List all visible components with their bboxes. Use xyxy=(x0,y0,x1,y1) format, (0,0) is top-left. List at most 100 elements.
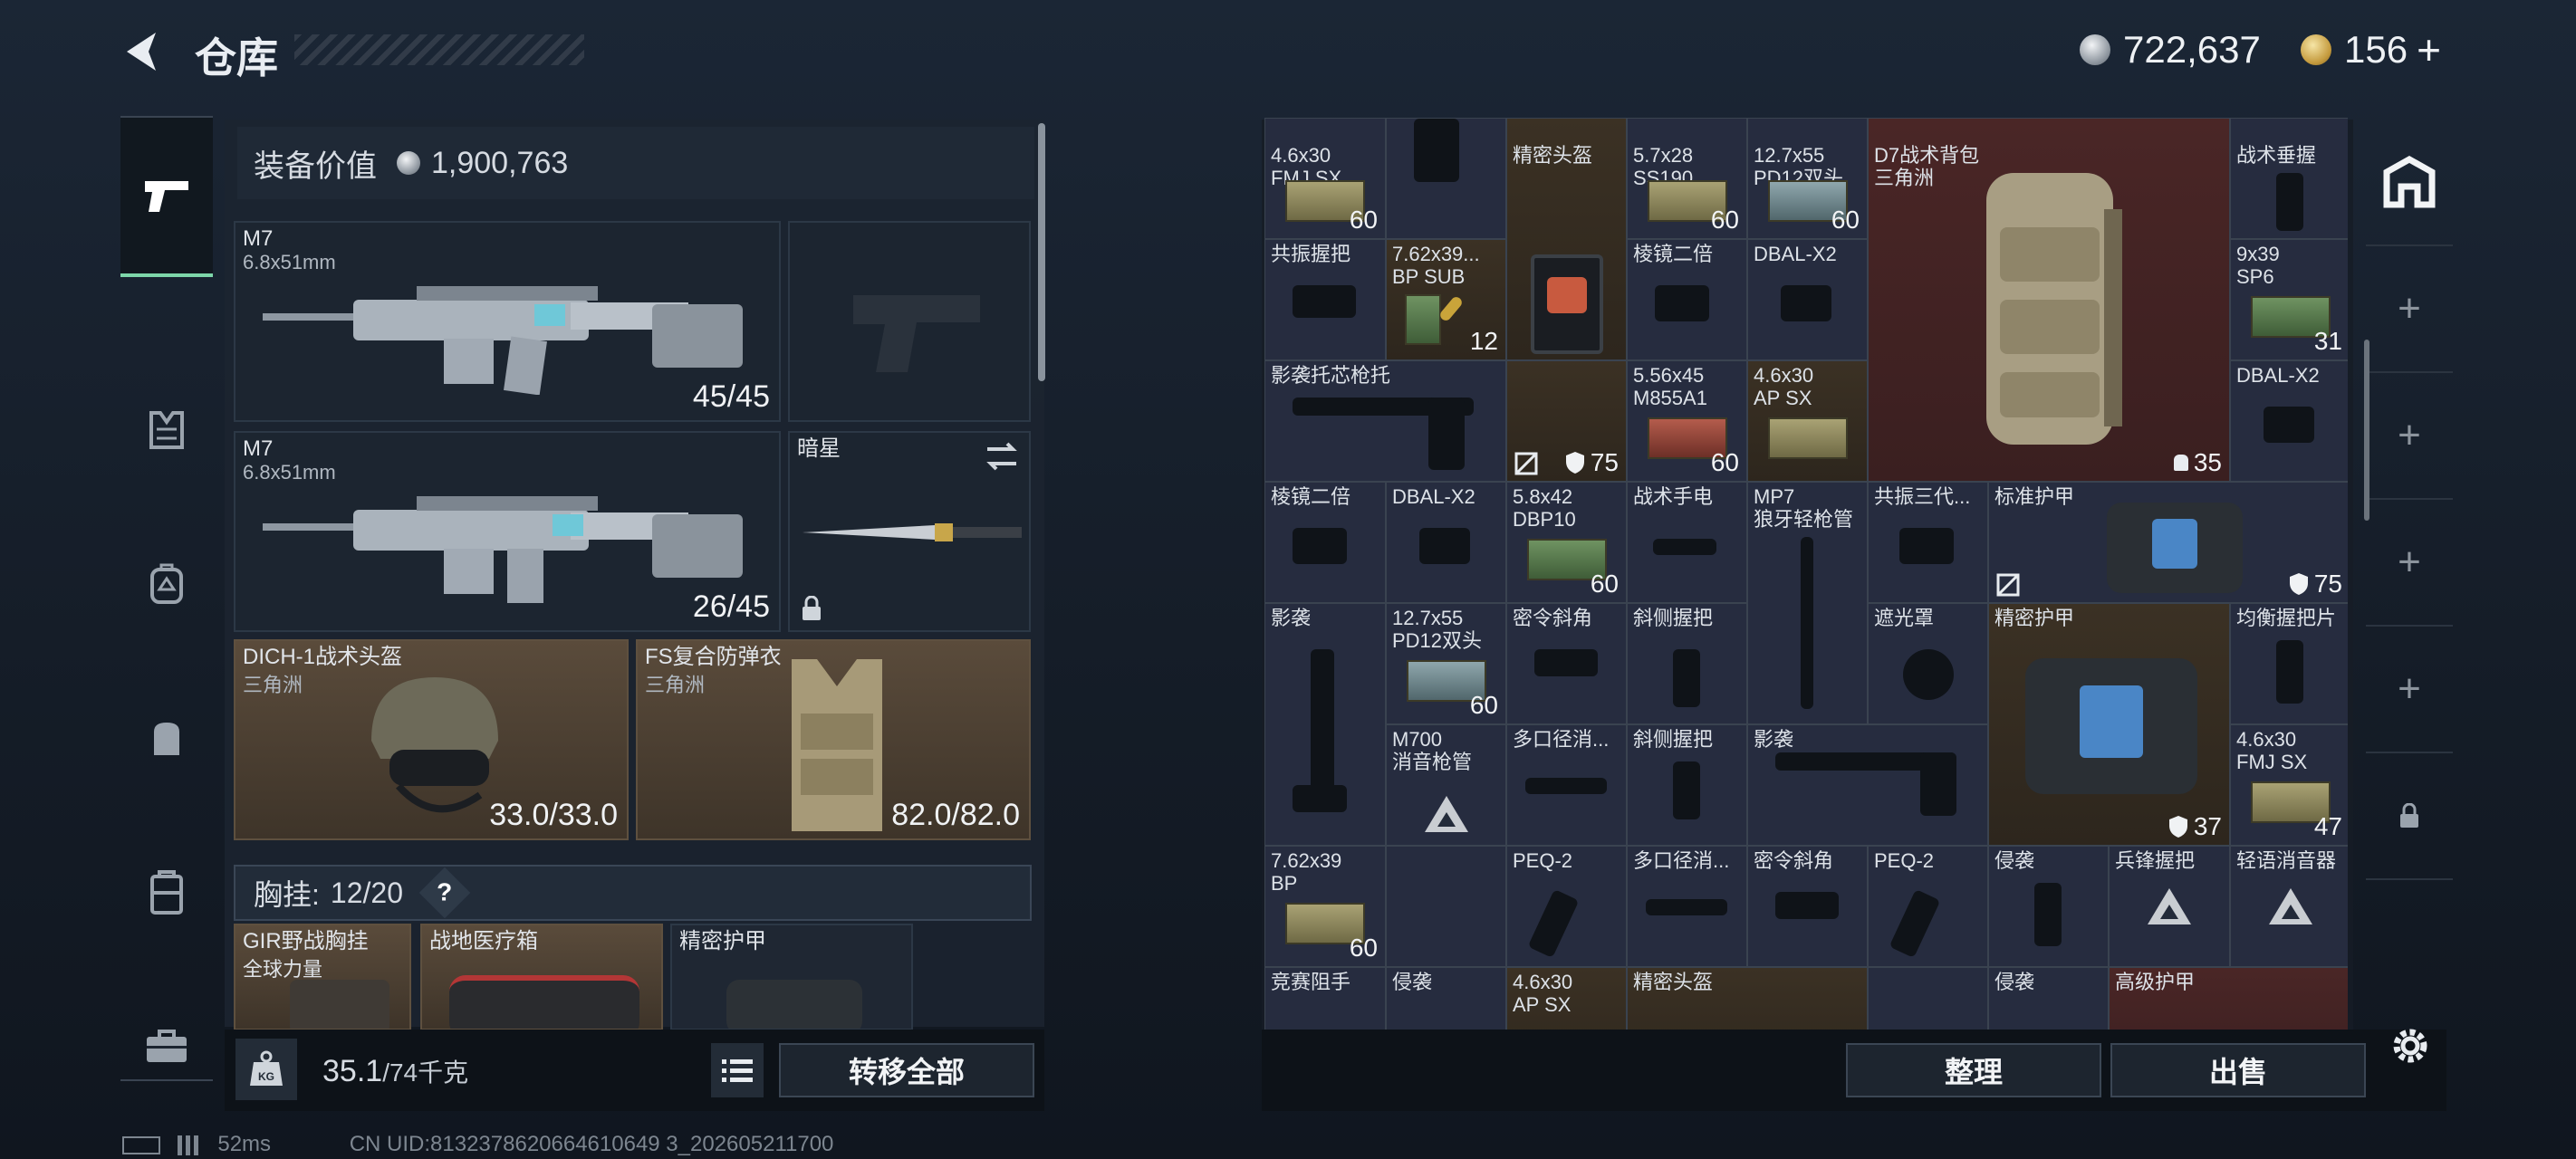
inventory-cell[interactable]: 4.6x30 FMJ SX 47 xyxy=(2230,724,2348,846)
inventory-cell[interactable] xyxy=(1868,967,1988,1030)
inventory-cell[interactable]: DBAL-X2 xyxy=(1386,482,1506,603)
pistol-icon xyxy=(145,181,188,212)
inventory-cell[interactable]: 棱镜二倍 xyxy=(1627,239,1747,360)
inventory-cell[interactable]: 影袭 xyxy=(1264,603,1386,846)
primary-weapon-slot-2[interactable]: M7 6.8x51mm 26/45 xyxy=(234,431,781,632)
inventory-cell[interactable]: 影袭 xyxy=(1747,724,1988,846)
inventory-cell[interactable]: 高级护甲 xyxy=(2109,967,2348,1030)
inventory-cell-armor[interactable]: 精密护甲 37 xyxy=(1988,603,2230,846)
settings-icon[interactable] xyxy=(2388,1023,2433,1068)
sell-button[interactable]: 出售 xyxy=(2110,1043,2366,1097)
inventory-cell[interactable]: 侵袭 xyxy=(1386,967,1506,1030)
tab-toolbox[interactable] xyxy=(120,996,213,1096)
inventory-cell[interactable]: 4.6x30 AP SX xyxy=(1747,360,1868,482)
add-stash-button[interactable]: + xyxy=(2366,627,2453,753)
add-gold-button[interactable]: + xyxy=(2417,25,2441,74)
tab-weapons[interactable] xyxy=(120,118,213,277)
inventory-cell[interactable] xyxy=(1386,846,1506,967)
inventory-cell[interactable]: 斜侧握把 xyxy=(1627,603,1747,724)
item-name: 影袭 xyxy=(1271,607,1312,629)
inventory-cell[interactable]: 影袭托芯枪托 xyxy=(1264,360,1506,482)
inventory-cell-backpack[interactable]: D7战术背包 三角洲 35 xyxy=(1868,118,2230,482)
inventory-cell[interactable]: 4.6x30 AP SX xyxy=(1506,967,1627,1030)
inventory-cell[interactable]: 密令斜角 xyxy=(1747,846,1868,967)
gold-currency[interactable]: 156 + xyxy=(2301,25,2441,74)
tab-cases[interactable] xyxy=(120,842,213,942)
inventory-cell[interactable]: 12.7x55 PD12双头 60 xyxy=(1386,603,1506,724)
inventory-cell[interactable]: 斜侧握把 xyxy=(1627,724,1747,846)
tab-backpack[interactable] xyxy=(120,534,213,634)
inventory-cell[interactable]: 密令斜角 xyxy=(1506,603,1627,724)
inventory-cell[interactable]: 多口径消... xyxy=(1627,846,1747,967)
primary-weapon-slot-1[interactable]: M7 6.8x51mm 45/45 xyxy=(234,221,781,422)
add-stash-button[interactable]: + xyxy=(2366,500,2453,627)
helmet-slot[interactable]: DICH-1战术头盔 三角洲 33.0/33.0 xyxy=(234,639,629,840)
item-name: 兵锋握把 xyxy=(2115,849,2196,872)
add-stash-button[interactable]: + xyxy=(2366,373,2453,500)
armor-slot[interactable]: FS复合防弹衣 三角洲 82.0/82.0 xyxy=(636,639,1031,840)
item-name: 斜侧握把 xyxy=(1633,607,1714,629)
inventory-cell[interactable]: 轻语消音器 xyxy=(2230,846,2348,967)
inventory-cell[interactable]: 遮光罩 xyxy=(1868,603,1988,724)
inventory-cell[interactable]: 棱镜二倍 xyxy=(1264,482,1386,603)
equipment-scrollbar[interactable] xyxy=(1038,123,1045,381)
inventory-scrollbar[interactable] xyxy=(2364,340,2369,521)
silver-coin-icon xyxy=(397,151,420,175)
inventory-cell[interactable]: 12.7x55 PD12双头 60 xyxy=(1747,118,1868,239)
item-sub: 三角洲 xyxy=(1874,167,1935,189)
inventory-cell[interactable]: PEQ-2 xyxy=(1868,846,1988,967)
back-arrow-icon[interactable] xyxy=(118,27,167,76)
add-stash-button[interactable]: + xyxy=(2366,246,2453,373)
inventory-cell[interactable]: 7.62x39... BP SUB 12 xyxy=(1386,239,1506,360)
inventory-cell[interactable]: 侵袭 xyxy=(1988,846,2109,967)
sort-button[interactable]: 整理 xyxy=(1846,1043,2101,1097)
inventory-cell[interactable]: 侵袭 xyxy=(1988,967,2109,1030)
inventory-cell[interactable]: 精密头盔 xyxy=(1627,967,1868,1030)
inventory-cell[interactable]: 5.56x45 M855A1 60 xyxy=(1627,360,1747,482)
inventory-cell[interactable]: 竞赛阻手 xyxy=(1264,967,1386,1030)
rig-item-name: GIR野战胸挂 xyxy=(243,929,369,953)
inventory-cell[interactable] xyxy=(1386,118,1506,239)
stash-tab-main[interactable] xyxy=(2366,120,2453,246)
shield-icon xyxy=(1565,452,1584,474)
weapon-name: M7 xyxy=(243,226,274,251)
inventory-cell[interactable]: 75 xyxy=(1506,360,1627,482)
swap-icon[interactable] xyxy=(984,440,1020,473)
item-count: 12 xyxy=(1469,327,1498,355)
inventory-cell[interactable]: 5.8x42 DBP10 60 xyxy=(1506,482,1627,603)
locked-stash[interactable] xyxy=(2366,753,2453,880)
list-view-button[interactable] xyxy=(711,1043,764,1097)
rig-item-medkit[interactable]: 战地医疗箱 xyxy=(420,924,663,1030)
inventory-cell[interactable]: PEQ-2 xyxy=(1506,846,1627,967)
inventory-cell[interactable]: 9x39 SP6 31 xyxy=(2230,239,2348,360)
rig-slot[interactable]: GIR野战胸挂 全球力量 xyxy=(234,924,411,1030)
inventory-cell[interactable]: DBAL-X2 xyxy=(1747,239,1868,360)
melee-slot[interactable]: 暗星 xyxy=(788,431,1031,632)
item-name: 7.62x39... BP SUB xyxy=(1392,243,1480,288)
inventory-cell[interactable]: 战术垂握 xyxy=(2230,118,2348,239)
tab-bags[interactable] xyxy=(120,688,213,788)
tab-armor[interactable] xyxy=(120,380,213,480)
item-name: 5.8x42 DBP10 xyxy=(1513,485,1576,531)
inventory-cell[interactable]: 多口径消... xyxy=(1506,724,1627,846)
inventory-cell[interactable]: M700 消音枪管 xyxy=(1386,724,1506,846)
inventory-cell[interactable]: DBAL-X2 xyxy=(2230,360,2348,482)
inventory-cell[interactable]: 均衡握把片 xyxy=(2230,603,2348,724)
inventory-cell[interactable]: 共振握把 xyxy=(1264,239,1386,360)
rig-item-armor[interactable]: 精密护甲 xyxy=(670,924,913,1030)
inventory-cell[interactable]: 4.6x30 FMJ SX 60 xyxy=(1264,118,1386,239)
inventory-cell[interactable]: 精密头盔 xyxy=(1506,118,1627,360)
transfer-all-button[interactable]: 转移全部 xyxy=(779,1043,1034,1097)
inventory-cell[interactable]: 7.62x39 BP 60 xyxy=(1264,846,1386,967)
backpack-image xyxy=(1986,173,2122,445)
sidearm-slot[interactable] xyxy=(788,221,1031,422)
inventory-cell-armor[interactable]: 标准护甲 75 xyxy=(1988,482,2348,603)
inventory-cell[interactable]: 共振三代... xyxy=(1868,482,1988,603)
inventory-cell[interactable]: 5.7x28 SS190 60 xyxy=(1627,118,1747,239)
inventory-cell[interactable]: MP7 狼牙轻枪管 xyxy=(1747,482,1868,724)
chest-rig-help-button[interactable]: ? xyxy=(418,867,471,919)
item-name: 精密头盔 xyxy=(1633,971,1714,993)
inventory-cell[interactable]: 兵锋握把 xyxy=(2109,846,2230,967)
item-name: 高级护甲 xyxy=(2115,971,2196,993)
inventory-cell[interactable]: 战术手电 xyxy=(1627,482,1747,603)
